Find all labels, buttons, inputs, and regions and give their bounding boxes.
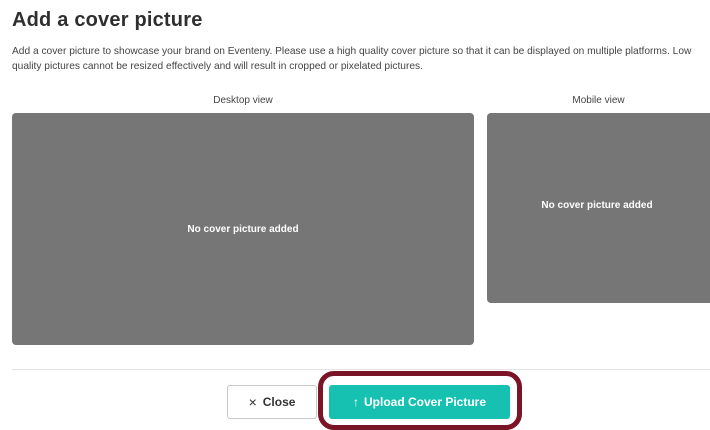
mobile-view-label: Mobile view <box>572 95 625 106</box>
arrow-up-icon: ↑ <box>352 395 359 409</box>
desktop-placeholder-text: No cover picture added <box>187 223 299 235</box>
desktop-cover-preview: No cover picture added <box>12 113 474 345</box>
upload-button-label: Upload Cover Picture <box>363 395 487 409</box>
dialog-title: Add a cover picture <box>12 9 203 31</box>
close-button-label: Close <box>262 395 296 409</box>
upload-cover-picture-button[interactable]: ↑ Upload Cover Picture <box>329 385 510 419</box>
close-icon: × <box>248 394 257 410</box>
desktop-view-label: Desktop view <box>213 95 273 106</box>
dialog-description: Add a cover picture to showcase your bra… <box>12 46 692 72</box>
mobile-placeholder-text: No cover picture added <box>541 199 653 211</box>
footer-divider <box>12 369 710 370</box>
close-button[interactable]: × Close <box>227 385 317 419</box>
mobile-cover-preview: No cover picture added <box>487 113 710 303</box>
